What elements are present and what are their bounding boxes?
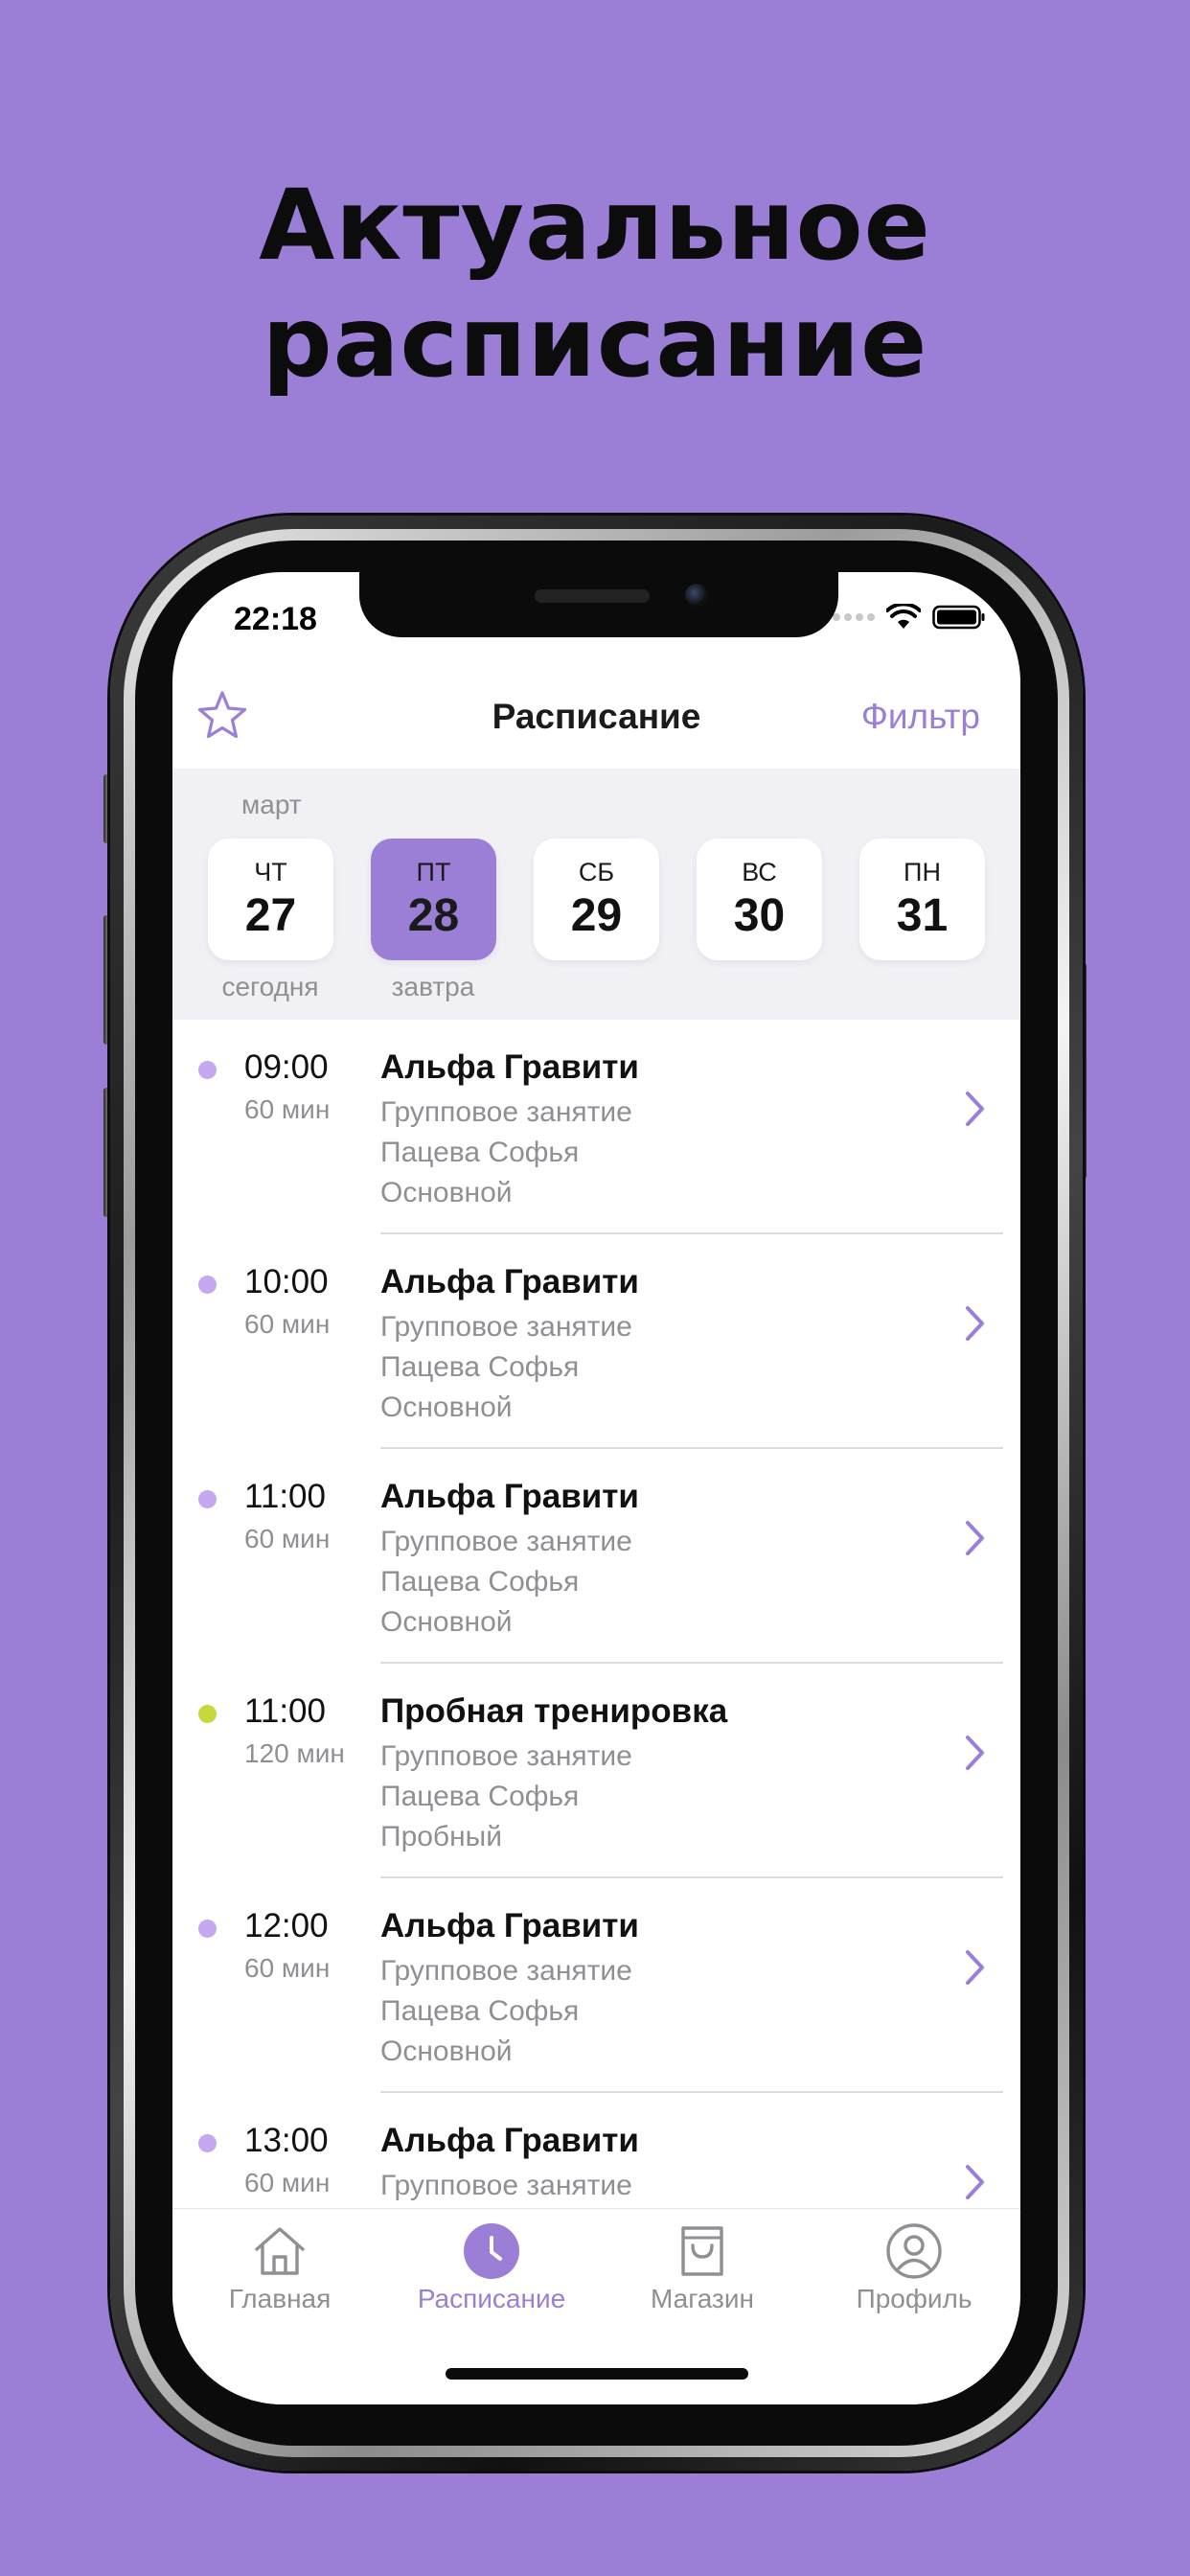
status-time: 22:18 [234, 601, 317, 637]
signal-dots-icon [833, 613, 875, 621]
day-number: 27 [244, 890, 297, 941]
chevron-right-icon [966, 1092, 984, 1126]
class-title: Альфа Гравити [380, 1048, 639, 1086]
status-dot [198, 1061, 217, 1079]
class-trainer: Пацева Софья [380, 1137, 580, 1168]
day-card-31[interactable]: ПН 31 [859, 839, 985, 960]
front-camera [685, 584, 708, 607]
day-number: 31 [896, 890, 949, 941]
tab-profile[interactable]: Профиль [818, 2220, 1010, 2314]
battery-icon [932, 605, 985, 630]
class-hall: Пробный [380, 1821, 503, 1852]
day-card-29[interactable]: СБ 29 [534, 839, 659, 960]
day-number: 28 [407, 890, 460, 941]
app-screen: 22:18 Расписание Фильтр март ЧТ 27 ПТ 28… [172, 572, 1020, 2404]
list-item[interactable]: 10:00 60 мин Альфа Гравити Групповое зан… [172, 1234, 1020, 1449]
status-icons [833, 603, 986, 632]
class-time: 10:00 [244, 1263, 329, 1300]
clock-icon [464, 2223, 519, 2279]
list-item[interactable]: 12:00 60 мин Альфа Гравити Групповое зан… [172, 1878, 1020, 2093]
list-item[interactable]: 11:00 120 мин Пробная тренировка Группов… [172, 1664, 1020, 1878]
class-type: Групповое занятие [380, 1740, 632, 1772]
wifi-icon [886, 604, 921, 629]
day-of-week: ПТ [416, 858, 451, 886]
class-duration: 120 мин [244, 1738, 345, 1768]
profile-icon [886, 2223, 942, 2279]
headline-line-1: Актуальное [259, 169, 931, 283]
month-label: март [241, 790, 302, 819]
class-hall: Основной [380, 1606, 513, 1638]
navigation-bar: Расписание Фильтр [172, 668, 1020, 769]
chevron-right-icon [966, 2165, 984, 2199]
tab-label: Магазин [650, 2284, 754, 2313]
class-trainer: Пацева Софья [380, 1351, 580, 1383]
class-duration: 60 мин [244, 1953, 331, 1983]
class-title: Альфа Гравити [380, 1263, 639, 1300]
home-indicator[interactable] [446, 2368, 748, 2380]
class-time: 11:00 [244, 1478, 326, 1515]
promo-headline: Актуальное расписание [0, 168, 1190, 402]
class-trainer: Пацева Софья [380, 1566, 580, 1598]
class-type: Групповое занятие [380, 2170, 632, 2201]
class-list: 09:00 60 мин Альфа Гравити Групповое зан… [172, 1020, 1020, 2208]
class-hall: Основной [380, 1177, 513, 1208]
status-dot [198, 1490, 217, 1508]
class-title: Альфа Гравити [380, 1478, 639, 1515]
class-duration: 60 мин [244, 2168, 331, 2197]
class-type: Групповое занятие [380, 1955, 632, 1987]
class-hall: Основной [380, 2036, 513, 2067]
day-of-week: ВС [742, 858, 777, 886]
class-trainer: Пацева Софья [380, 1995, 580, 2027]
class-type: Групповое занятие [380, 1096, 632, 1128]
day-card-30[interactable]: ВС 30 [697, 839, 822, 960]
shopping-bag-icon [681, 2226, 723, 2276]
list-item[interactable]: 11:00 60 мин Альфа Гравити Групповое зан… [172, 1449, 1020, 1664]
class-time: 12:00 [244, 1907, 329, 1944]
class-trainer: Пацева Софья [380, 1781, 580, 1812]
class-title: Пробная тренировка [380, 1692, 728, 1730]
tab-schedule[interactable]: Расписание [396, 2220, 587, 2314]
status-dot [198, 2134, 217, 2152]
class-duration: 60 мин [244, 1094, 331, 1124]
day-number: 29 [570, 890, 623, 941]
class-duration: 60 мин [244, 1524, 331, 1553]
day-of-week: СБ [578, 858, 615, 886]
chevron-right-icon [966, 1736, 984, 1770]
headline-line-2: расписание [262, 286, 928, 400]
day-of-week: ПН [904, 858, 941, 886]
day-caption-today: сегодня [221, 972, 319, 1001]
chevron-right-icon [966, 1306, 984, 1341]
class-time: 11:00 [244, 1692, 326, 1730]
date-selector: март ЧТ 27 ПТ 28 СБ 29 ВС 30 ПН 31 сегод… [172, 769, 1020, 1020]
class-time: 09:00 [244, 1048, 329, 1086]
home-icon [255, 2227, 305, 2275]
status-dot [198, 1920, 217, 1938]
day-caption-tomorrow: завтра [391, 972, 475, 1001]
class-type: Групповое занятие [380, 1526, 632, 1557]
class-title: Альфа Гравити [380, 2122, 639, 2159]
day-card-27[interactable]: ЧТ 27 [208, 839, 333, 960]
status-dot [198, 1276, 217, 1294]
speaker-grille [535, 589, 650, 603]
class-time: 13:00 [244, 2122, 329, 2159]
day-of-week: ЧТ [254, 858, 287, 886]
tab-label: Профиль [856, 2284, 973, 2313]
day-card-28[interactable]: ПТ 28 [371, 839, 496, 960]
class-title: Альфа Гравити [380, 1907, 639, 1944]
class-duration: 60 мин [244, 1309, 331, 1339]
day-number: 30 [733, 890, 786, 941]
tab-label: Расписание [417, 2284, 566, 2313]
class-type: Групповое занятие [380, 1311, 632, 1343]
filter-button[interactable]: Фильтр [861, 697, 980, 737]
chevron-right-icon [966, 1521, 984, 1555]
chevron-right-icon [966, 1950, 984, 1985]
tab-shop[interactable]: Магазин [606, 2220, 798, 2314]
status-dot [198, 1705, 217, 1723]
list-item[interactable]: 09:00 60 мин Альфа Гравити Групповое зан… [172, 1020, 1020, 1234]
tab-home[interactable]: Главная [184, 2220, 376, 2314]
class-hall: Основной [380, 1392, 513, 1423]
tab-label: Главная [228, 2284, 332, 2313]
phone-notch [359, 572, 838, 637]
list-item[interactable]: 13:00 60 мин Альфа Гравити Групповое зан… [172, 2093, 1020, 2208]
